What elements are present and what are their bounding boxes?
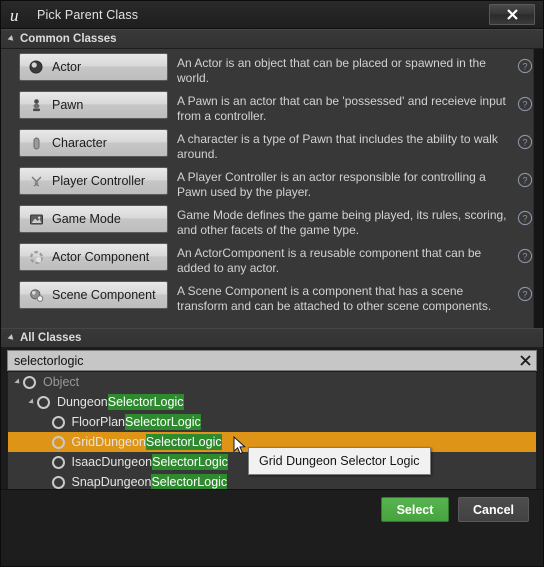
class-button-game-mode[interactable]: Game Mode: [19, 205, 168, 233]
common-class-row: Player Controller A Player Controller is…: [1, 163, 543, 201]
common-class-row: Game Mode Game Mode defines the game bei…: [1, 201, 543, 239]
class-button-label: Scene Component: [52, 288, 156, 302]
class-button-actor[interactable]: Actor: [19, 53, 168, 81]
svg-text:?: ?: [522, 176, 527, 186]
class-button-actor-component[interactable]: Actor Component: [19, 243, 168, 271]
character-capsule-icon: [28, 135, 44, 151]
tree-item-label: GridDungeonSelectorLogic: [71, 434, 222, 450]
class-button-label: Actor Component: [52, 250, 150, 264]
class-description: An Actor is an object that can be placed…: [177, 56, 486, 85]
scene-component-icon: [28, 287, 44, 303]
chevron-down-icon: [7, 334, 16, 342]
select-button[interactable]: Select: [381, 497, 449, 522]
class-description: A character is a type of Pawn that inclu…: [177, 132, 498, 161]
tree-item-label: DungeonSelectorLogic: [57, 394, 184, 410]
common-class-row: Scene Component A Scene Component is a c…: [1, 277, 543, 315]
common-classes-title: Common Classes: [20, 33, 117, 45]
player-controller-icon: [28, 173, 44, 189]
class-button-player-controller[interactable]: Player Controller: [19, 167, 168, 195]
svg-text:u: u: [10, 6, 19, 25]
search-box[interactable]: [7, 350, 537, 371]
actor-component-icon: [28, 249, 44, 265]
svg-text:?: ?: [522, 290, 527, 300]
class-button-label: Character: [52, 136, 107, 150]
class-ring-icon: [37, 395, 50, 409]
class-ring-icon: [51, 435, 65, 449]
unreal-engine-logo-icon: u: [7, 4, 29, 26]
tree-item-label: FloorPlanSelectorLogic: [71, 414, 201, 430]
all-classes-header[interactable]: All Classes: [1, 328, 543, 348]
common-class-row: Character A character is a type of Pawn …: [1, 125, 543, 163]
tree-item-label: Object: [43, 375, 80, 389]
class-button-label: Player Controller: [52, 174, 146, 188]
class-ring-icon: [23, 375, 36, 389]
common-class-row: Actor Component An ActorComponent is a r…: [1, 239, 543, 277]
expander-icon[interactable]: [28, 398, 36, 406]
class-description: A Scene Component is a component that ha…: [177, 284, 492, 313]
actor-sphere-icon: [28, 59, 44, 75]
class-ring-icon: [51, 455, 65, 469]
common-classes-panel: Actor An Actor is an object that can be …: [1, 49, 543, 328]
svg-text:?: ?: [522, 252, 527, 262]
close-icon: [506, 9, 518, 20]
class-description: A Pawn is an actor that can be 'possesse…: [177, 94, 506, 123]
common-classes-header[interactable]: Common Classes: [1, 29, 543, 49]
dialog-footer: Select Cancel: [1, 489, 543, 566]
close-x-icon: [519, 355, 531, 366]
class-button-pawn[interactable]: Pawn: [19, 91, 168, 119]
search-input[interactable]: [8, 351, 514, 370]
class-button-label: Pawn: [52, 98, 84, 112]
class-button-scene-component[interactable]: Scene Component: [19, 281, 168, 309]
class-button-label: Game Mode: [52, 212, 121, 226]
class-button-character[interactable]: Character: [19, 129, 168, 157]
svg-text:?: ?: [522, 62, 527, 72]
chevron-down-icon: [7, 35, 16, 43]
class-description: An ActorComponent is a reusable componen…: [177, 246, 482, 275]
tree-item-label: IsaacDungeonSelectorLogic: [71, 454, 228, 470]
tree-item-dungeonselectorlogic[interactable]: DungeonSelectorLogic: [8, 392, 536, 412]
window-title: Pick Parent Class: [37, 7, 139, 22]
title-bar[interactable]: u Pick Parent Class: [1, 1, 543, 29]
game-mode-icon: [28, 211, 44, 227]
svg-text:?: ?: [522, 138, 527, 148]
expander-icon[interactable]: [14, 378, 22, 386]
common-class-row: Actor An Actor is an object that can be …: [1, 49, 543, 87]
class-description: Game Mode defines the game being played,…: [177, 208, 507, 237]
tree-item-floorplanselectorlogic[interactable]: FloorPlanSelectorLogic: [8, 412, 536, 432]
pawn-icon: [28, 97, 44, 113]
clear-search-button[interactable]: [514, 351, 536, 370]
common-classes-scrollbar[interactable]: [533, 49, 543, 328]
tree-item-label: SnapDungeonSelectorLogic: [71, 474, 228, 490]
class-button-label: Actor: [52, 60, 82, 74]
tree-item-object[interactable]: Object: [8, 372, 536, 392]
svg-text:?: ?: [522, 100, 527, 110]
class-tooltip: Grid Dungeon Selector Logic: [248, 447, 431, 475]
close-button[interactable]: [489, 4, 535, 25]
class-description: A Player Controller is an actor responsi…: [177, 170, 486, 199]
class-ring-icon: [51, 415, 65, 429]
cancel-button[interactable]: Cancel: [458, 497, 529, 522]
svg-text:?: ?: [522, 214, 527, 224]
class-ring-icon: [51, 475, 65, 489]
all-classes-title: All Classes: [20, 332, 82, 344]
pick-parent-class-dialog: u Pick Parent Class Common Classes Actor…: [0, 0, 544, 567]
common-class-row: Pawn A Pawn is an actor that can be 'pos…: [1, 87, 543, 125]
